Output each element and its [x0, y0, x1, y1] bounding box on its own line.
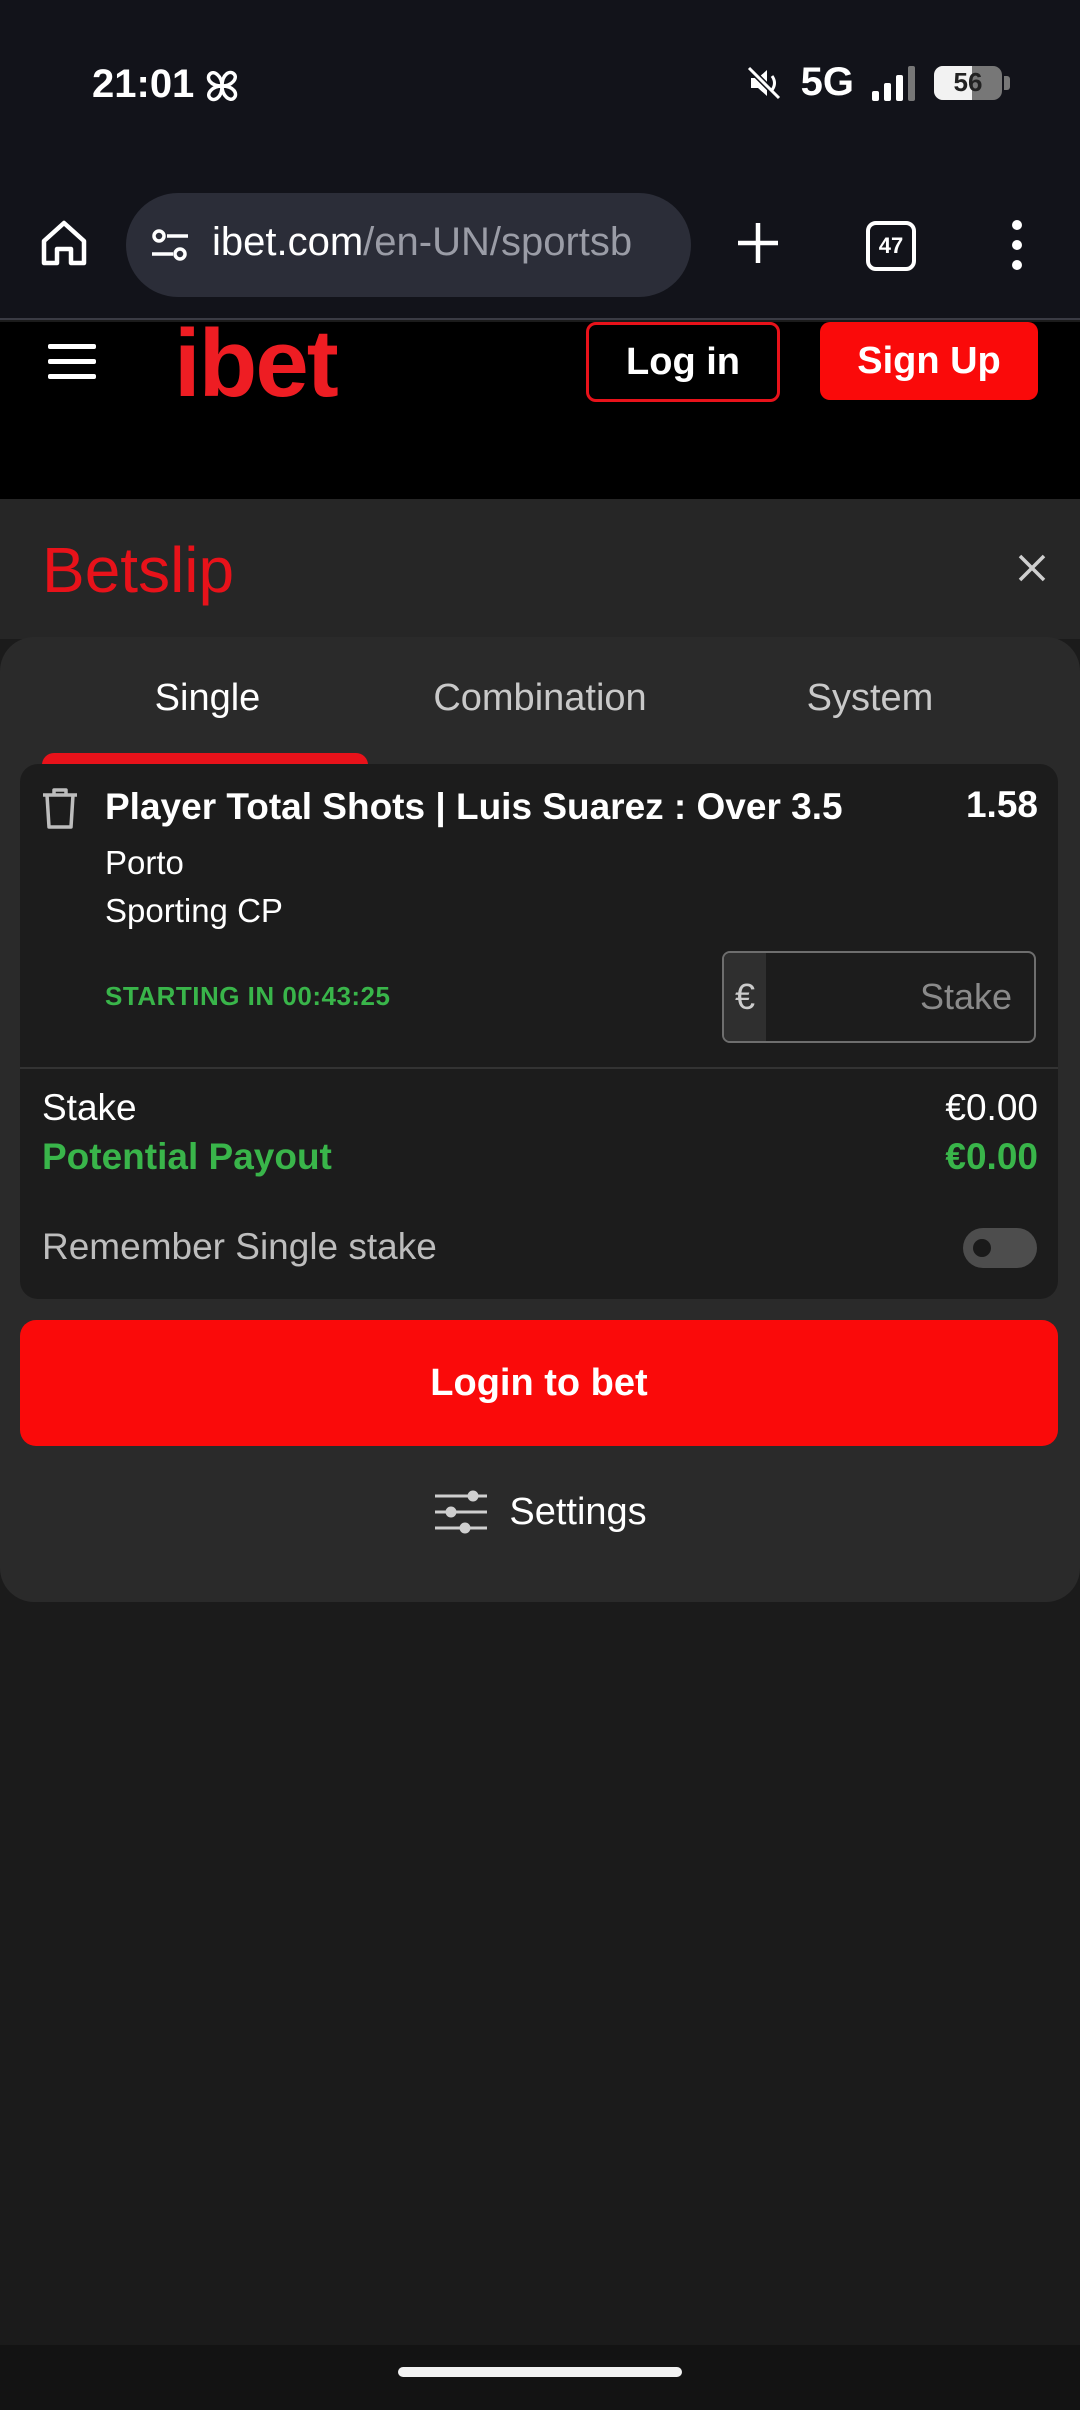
status-bar: 21:01 5G 56 — [0, 0, 1080, 175]
stake-label: Stake — [42, 1087, 137, 1128]
potential-payout-label: Potential Payout — [42, 1136, 332, 1177]
login-to-bet-button[interactable]: Login to bet — [20, 1320, 1058, 1446]
settings-label: Settings — [509, 1490, 647, 1533]
network-type: 5G — [800, 60, 854, 104]
home-icon[interactable] — [36, 215, 92, 271]
remember-stake-label: Remember Single stake — [42, 1226, 437, 1267]
betslip-title: Betslip — [42, 534, 235, 606]
site-info-icon[interactable] — [148, 223, 192, 267]
url-text[interactable]: ibet.com/en-UN/sportsb — [212, 220, 632, 265]
bet-market: Player Total Shots | Luis Suarez : Over … — [105, 786, 843, 827]
tab-system[interactable]: System — [690, 677, 1050, 720]
login-button[interactable]: Log in — [586, 322, 780, 402]
battery-tip — [1004, 75, 1010, 90]
currency-symbol: € — [724, 953, 766, 1041]
mute-icon — [746, 65, 781, 100]
betslip-header: Betslip — [0, 499, 1080, 639]
bet-odds: 1.58 — [965, 784, 1038, 825]
status-time: 21:01 — [92, 62, 195, 106]
tabs-icon[interactable]: 47 — [866, 221, 916, 271]
pinwheel-icon — [206, 70, 238, 102]
url-domain: ibet.com — [212, 220, 364, 264]
potential-payout-value: €0.00 — [945, 1136, 1038, 1177]
settings-button[interactable]: Settings — [0, 1482, 1080, 1542]
signal-icon — [872, 65, 915, 101]
system-nav-bar — [0, 2345, 1080, 2410]
url-path: /en-UN/sportsb — [363, 220, 633, 264]
browser-toolbar: ibet.com/en-UN/sportsb 47 — [0, 175, 1080, 320]
stake-input[interactable] — [766, 953, 1034, 1041]
address-bar[interactable]: ibet.com/en-UN/sportsb — [126, 193, 691, 297]
hamburger-menu-icon[interactable] — [48, 342, 98, 382]
betslip-panel: Single Combination System Player Total S… — [0, 637, 1080, 1602]
stake-total: €0.00 — [945, 1087, 1038, 1128]
away-team: Sporting CP — [105, 892, 283, 929]
trash-icon[interactable] — [40, 786, 80, 830]
tab-combination[interactable]: Combination — [330, 677, 750, 720]
new-tab-icon[interactable] — [734, 219, 782, 267]
more-menu-icon[interactable] — [1002, 215, 1032, 275]
close-icon[interactable] — [1012, 548, 1052, 588]
signup-button[interactable]: Sign Up — [820, 322, 1038, 400]
remember-stake-toggle[interactable] — [963, 1228, 1037, 1268]
stake-field[interactable]: € — [722, 951, 1036, 1043]
home-indicator[interactable] — [398, 2367, 682, 2377]
toggle-knob — [973, 1239, 991, 1257]
divider — [20, 1067, 1058, 1069]
bet-selection-card: Player Total Shots | Luis Suarez : Over … — [20, 764, 1058, 1299]
starting-countdown: STARTING IN 00:43:25 — [105, 981, 391, 1011]
site-header: ibet Log in Sign Up — [0, 316, 1080, 499]
battery-icon: 56 — [934, 65, 1002, 100]
ibet-logo[interactable]: ibet — [174, 316, 339, 412]
tab-count: 47 — [878, 233, 904, 258]
battery-percent: 56 — [953, 67, 983, 97]
home-team: Porto — [105, 844, 184, 881]
status-icons: 5G 56 — [745, 60, 1010, 105]
sliders-icon — [435, 1490, 488, 1534]
